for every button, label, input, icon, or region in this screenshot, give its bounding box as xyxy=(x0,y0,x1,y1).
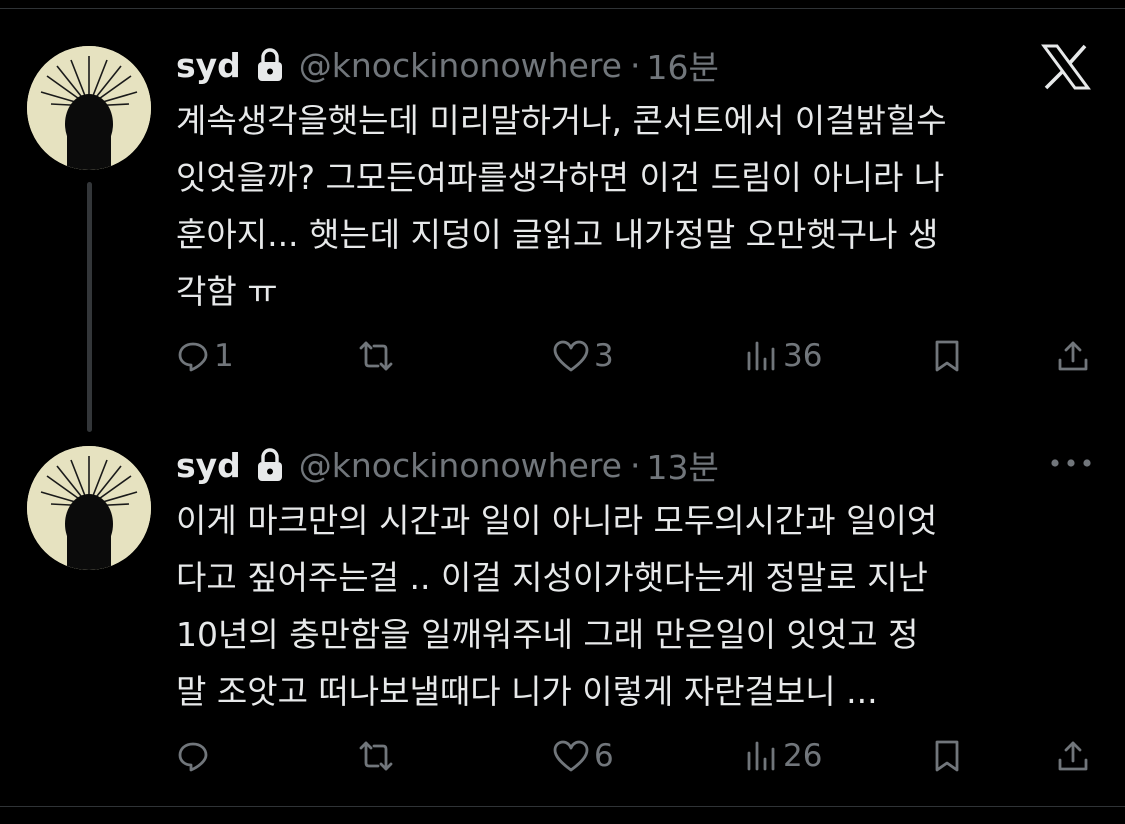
views-icon xyxy=(743,339,779,373)
tweet-actions: 1 3 36 xyxy=(176,334,1096,378)
bookmark-icon xyxy=(932,739,962,773)
retweet-icon xyxy=(358,339,394,373)
tweet-text-line: 다고 짚어주는걸 .. 이걸 지성이가햇다는게 정말로 지난 xyxy=(176,558,928,597)
bookmark-icon xyxy=(932,339,962,373)
share-button[interactable] xyxy=(1056,734,1090,778)
display-name[interactable]: syd xyxy=(176,46,241,85)
share-icon xyxy=(1056,339,1090,373)
timestamp[interactable]: 13분 xyxy=(646,441,718,489)
user-handle[interactable]: @knockinonowhere xyxy=(299,46,622,85)
tweet-actions: 6 26 xyxy=(176,734,1096,778)
bookmark-button[interactable] xyxy=(932,734,962,778)
avatar[interactable] xyxy=(27,446,151,570)
reply-count: 1 xyxy=(214,338,234,374)
avatar[interactable] xyxy=(27,46,151,170)
more-icon[interactable] xyxy=(1047,448,1095,478)
tweet-text-line: 이게 마크만의 시간과 일이 아니라 모두의시간과 일이엇 xyxy=(176,501,938,540)
views-button[interactable]: 36 xyxy=(743,334,822,378)
user-handle[interactable]: @knockinonowhere xyxy=(299,446,622,485)
bottom-divider xyxy=(0,806,1125,807)
tweet-header: syd @knockinonowhere · 16분 xyxy=(176,42,719,88)
tweet-text: 계속생각을햇는데 미리말하거나, 콘서트에서 이걸밝힐수 잇엇을까? 그모든여파… xyxy=(176,92,1076,320)
share-button[interactable] xyxy=(1056,334,1090,378)
views-button[interactable]: 26 xyxy=(743,734,822,778)
lock-icon xyxy=(255,447,285,483)
bookmark-button[interactable] xyxy=(932,334,962,378)
display-name[interactable]: syd xyxy=(176,446,241,485)
share-icon xyxy=(1056,739,1090,773)
like-count: 6 xyxy=(594,738,614,774)
tweet-text-line: 계속생각을햇는데 미리말하거나, 콘서트에서 이걸밝힐수 xyxy=(176,101,947,140)
tweet-header: syd @knockinonowhere · 13분 xyxy=(176,442,719,488)
reply-icon xyxy=(176,739,210,773)
views-count: 26 xyxy=(783,738,823,774)
like-button[interactable]: 6 xyxy=(552,734,614,778)
separator-dot: · xyxy=(629,445,641,485)
reply-button[interactable] xyxy=(176,734,214,778)
retweet-button[interactable] xyxy=(358,334,394,378)
timestamp[interactable]: 16분 xyxy=(646,41,718,89)
tweet-text-line: 훈아지... 햇는데 지덩이 글읽고 내가정말 오만햇구나 생 xyxy=(176,215,939,254)
separator-dot: · xyxy=(629,45,641,85)
tweet-text-line: 10년의 충만함을 일깨워주네 그래 만은일이 잇엇고 정 xyxy=(176,615,919,654)
lock-icon xyxy=(255,47,285,83)
like-count: 3 xyxy=(594,338,614,374)
views-count: 36 xyxy=(783,338,823,374)
retweet-icon xyxy=(358,739,394,773)
heart-icon xyxy=(552,739,590,773)
reply-icon xyxy=(176,339,210,373)
x-logo-icon[interactable] xyxy=(1041,44,1091,90)
tweet[interactable]: syd @knockinonowhere · 13분 이게 마크만의 시간과 일… xyxy=(0,400,1125,806)
tweet-text-line: 각함 ㅠ xyxy=(176,272,278,311)
thread-connector xyxy=(87,182,92,432)
retweet-button[interactable] xyxy=(358,734,394,778)
views-icon xyxy=(743,739,779,773)
heart-icon xyxy=(552,339,590,373)
reply-button[interactable]: 1 xyxy=(176,334,234,378)
tweet[interactable]: syd @knockinonowhere · 16분 계속생각을햇는데 미리말하… xyxy=(0,0,1125,432)
tweet-text-line: 말 조앗고 떠나보낼때다 니가 이렇게 자란걸보니 ... xyxy=(176,672,878,711)
tweet-text-line: 잇엇을까? 그모든여파를생각하면 이건 드림이 아니라 나 xyxy=(176,158,945,197)
like-button[interactable]: 3 xyxy=(552,334,614,378)
tweet-text: 이게 마크만의 시간과 일이 아니라 모두의시간과 일이엇 다고 짚어주는걸 .… xyxy=(176,492,1076,720)
